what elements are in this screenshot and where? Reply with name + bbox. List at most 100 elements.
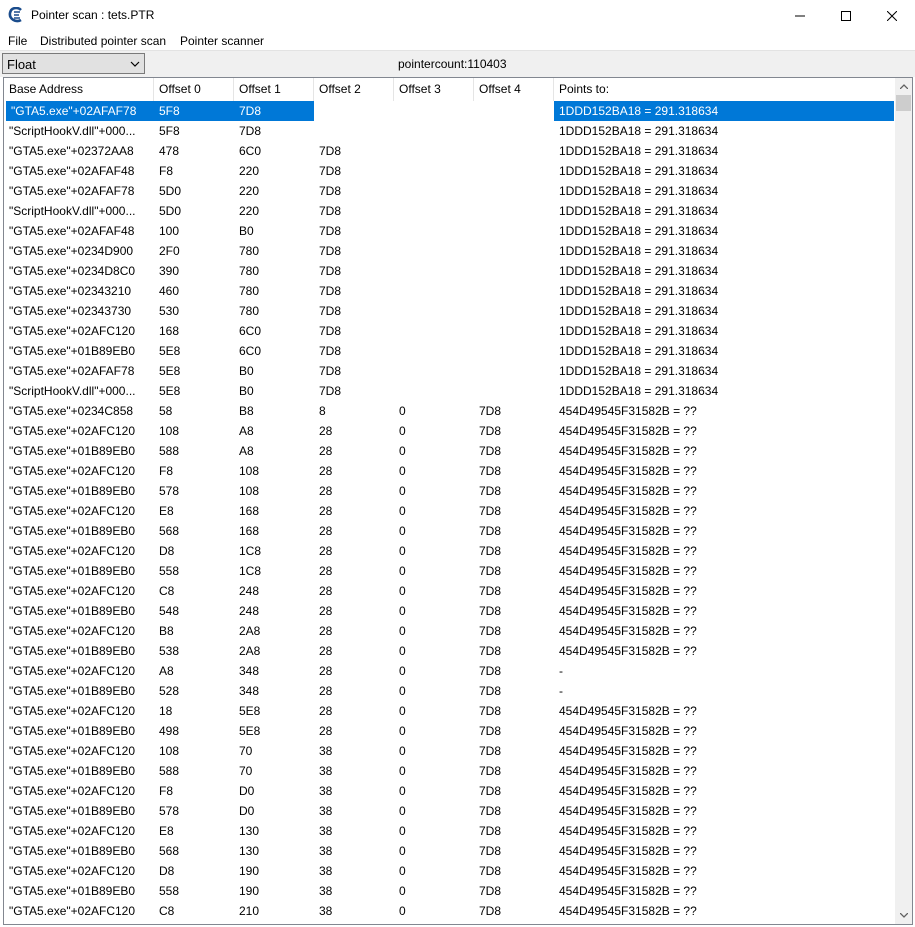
table-row[interactable]: "GTA5.exe"+01B89EB0 578 108 28 0 7D8 454D49545… [4, 481, 896, 501]
table-row[interactable]: "GTA5.exe"+02AFC120 18 5E8 28 0 7D8 454D49545F… [4, 701, 896, 721]
offset-0-cell: 2F0 [159, 244, 180, 258]
offset-0-cell: 100 [159, 224, 180, 238]
table-row[interactable]: "GTA5.exe"+01B89EB0 498 5E8 28 0 7D8 454D49545… [4, 721, 896, 741]
table-row[interactable]: "GTA5.exe"+02AFC120 C8 248 28 0 7D8 454D49545F… [4, 581, 896, 601]
table-row[interactable]: "GTA5.exe"+02AFC120 C8 210 38 0 7D8 454D49545F… [4, 901, 896, 921]
table-row[interactable]: "GTA5.exe"+02AFC120 D8 1C8 28 0 7D8 454D49545F… [4, 541, 896, 561]
offset-2-cell: 7D8 [319, 184, 342, 198]
offset-1-cell: B0 [239, 224, 254, 238]
maximize-button[interactable] [823, 0, 869, 31]
table-row[interactable]: "GTA5.exe"+01B89EB0 578 D0 38 0 7D8 454D49545F… [4, 801, 896, 821]
scroll-up-button[interactable] [895, 78, 912, 95]
table-row[interactable]: "GTA5.exe"+01B89EB0 588 A8 28 0 7D8 454D49545F… [4, 441, 896, 461]
column-header-offset-4[interactable]: Offset 4 [474, 78, 554, 101]
offset-1-cell: 190 [239, 864, 260, 878]
table-row[interactable]: "GTA5.exe"+01B89EB0 5E8 6C0 7D8 1DDD152BA18 … [4, 341, 896, 361]
table-row[interactable]: "GTA5.exe"+01B89EB0 558 190 38 0 7D8 454D49545… [4, 881, 896, 901]
table-row[interactable]: "GTA5.exe"+02AFC120 D8 190 38 0 7D8 454D49545F… [4, 861, 896, 881]
base-address-cell: "GTA5.exe"+01B89EB0 [9, 564, 136, 578]
minimize-button[interactable] [777, 0, 823, 31]
table-row[interactable]: "GTA5.exe"+02343730 530 780 7D8 1DDD152BA18 … [4, 301, 896, 321]
vertical-scrollbar[interactable] [895, 78, 912, 924]
points-to-cell: 454D49545F31582B = ?? [559, 404, 697, 418]
offset-1-cell: 168 [239, 524, 260, 538]
base-address-cell: "GTA5.exe"+02AFAF78 [6, 101, 154, 121]
list-rows: "GTA5.exe"+02AFAF78 5F8 7D8 1DDD152BA18 = 2… [4, 101, 896, 921]
table-row[interactable]: "GTA5.exe"+02343210 460 780 7D8 1DDD152BA18 … [4, 281, 896, 301]
table-row[interactable]: "GTA5.exe"+02AFAF48 F8 220 7D8 1DDD152BA18 =… [4, 161, 896, 181]
offset-3-cell [394, 301, 474, 321]
column-header-points-to[interactable]: Points to: [554, 78, 896, 101]
offset-4-cell: 7D8 [479, 784, 502, 798]
table-row[interactable]: "ScriptHookV.dll"+000... 5D0 220 7D8 1DDD152… [4, 201, 896, 221]
table-row[interactable]: "GTA5.exe"+02AFC120 A8 348 28 0 7D8 - [4, 661, 896, 681]
table-row[interactable]: "GTA5.exe"+01B89EB0 558 1C8 28 0 7D8 454D49545… [4, 561, 896, 581]
table-row[interactable]: "GTA5.exe"+0234C858 58 B8 8 0 7D8 454D49545F31… [4, 401, 896, 421]
menu-pointer-scanner[interactable]: Pointer scanner [180, 34, 264, 48]
offset-1-cell: 130 [239, 844, 260, 858]
table-row[interactable]: "GTA5.exe"+0234D8C0 390 780 7D8 1DDD152BA18 … [4, 261, 896, 281]
table-row[interactable]: "GTA5.exe"+02372AA8 478 6C0 7D8 1DDD152BA18 … [4, 141, 896, 161]
table-row[interactable]: "GTA5.exe"+01B89EB0 548 248 28 0 7D8 454D49545… [4, 601, 896, 621]
table-row[interactable]: "GTA5.exe"+02AFC120 E8 130 38 0 7D8 454D49545F… [4, 821, 896, 841]
close-icon [887, 10, 897, 21]
offset-3-cell: 0 [399, 884, 406, 898]
points-to-cell: 1DDD152BA18 = 291.318634 [559, 144, 719, 158]
scroll-down-button[interactable] [895, 907, 912, 924]
offset-1-cell: 70 [239, 744, 253, 758]
close-button[interactable] [869, 0, 915, 31]
offset-4-cell [474, 141, 554, 161]
column-header-offset-3[interactable]: Offset 3 [394, 78, 474, 101]
offset-2-cell: 38 [319, 884, 333, 898]
table-row[interactable]: "GTA5.exe"+02AFC120 108 70 38 0 7D8 454D49545F… [4, 741, 896, 761]
offset-2-cell: 28 [319, 684, 333, 698]
base-address-cell: "GTA5.exe"+02AFC120 [9, 744, 136, 758]
table-row[interactable]: "GTA5.exe"+01B89EB0 588 70 38 0 7D8 454D49545F… [4, 761, 896, 781]
table-row[interactable]: "GTA5.exe"+02AFC120 E8 168 28 0 7D8 454D49545F… [4, 501, 896, 521]
points-to-cell: 454D49545F31582B = ?? [559, 884, 697, 898]
table-row[interactable]: "ScriptHookV.dll"+000... 5E8 B0 7D8 1DDD152B… [4, 381, 896, 401]
column-header-base-address[interactable]: Base Address [4, 78, 154, 101]
offset-2-cell: 28 [319, 504, 333, 518]
table-row[interactable]: "GTA5.exe"+02AFAF48 100 B0 7D8 1DDD152BA18 =… [4, 221, 896, 241]
offset-4-cell [474, 361, 554, 381]
points-to-cell: 454D49545F31582B = ?? [559, 524, 697, 538]
table-row[interactable]: "GTA5.exe"+02AFAF78 5F8 7D8 1DDD152BA18 = 2… [4, 101, 896, 121]
table-row[interactable]: "GTA5.exe"+02AFC120 F8 108 28 0 7D8 454D49545F… [4, 461, 896, 481]
table-row[interactable]: "GTA5.exe"+01B89EB0 568 168 28 0 7D8 454D49545… [4, 521, 896, 541]
offset-0-cell: B8 [159, 624, 174, 638]
table-row[interactable]: "GTA5.exe"+02AFC120 168 6C0 7D8 1DDD152BA18 … [4, 321, 896, 341]
offset-0-cell: A8 [159, 664, 174, 678]
offset-1-cell: 2A8 [239, 644, 261, 658]
table-row[interactable]: "GTA5.exe"+02AFC120 B8 2A8 28 0 7D8 454D49545F… [4, 621, 896, 641]
offset-0-cell: F8 [159, 164, 174, 178]
offset-4-cell: 7D8 [479, 764, 502, 778]
table-row[interactable]: "GTA5.exe"+02AFC120 108 A8 28 0 7D8 454D49545F… [4, 421, 896, 441]
scroll-thumb[interactable] [896, 95, 911, 111]
table-row[interactable]: "GTA5.exe"+02AFAF78 5E8 B0 7D8 1DDD152BA18 =… [4, 361, 896, 381]
offset-0-cell: F8 [159, 784, 174, 798]
column-header-offset-1[interactable]: Offset 1 [234, 78, 314, 101]
table-row[interactable]: "GTA5.exe"+0234D900 2F0 780 7D8 1DDD152BA18 … [4, 241, 896, 261]
pointer-count-label: pointercount:110403 [398, 57, 507, 71]
offset-3-cell [394, 161, 474, 181]
window-title: Pointer scan : tets.PTR [31, 8, 155, 22]
offset-1-cell: 220 [239, 184, 260, 198]
offset-3-cell [394, 201, 474, 221]
offset-3-cell [394, 121, 474, 141]
table-row[interactable]: "GTA5.exe"+01B89EB0 568 130 38 0 7D8 454D49545… [4, 841, 896, 861]
table-row[interactable]: "GTA5.exe"+02AFAF78 5D0 220 7D8 1DDD152BA18 … [4, 181, 896, 201]
table-row[interactable]: "GTA5.exe"+02AFC120 F8 D0 38 0 7D8 454D49545F3… [4, 781, 896, 801]
offset-3-cell: 0 [399, 784, 406, 798]
pointer-results-list[interactable]: Base Address Offset 0 Offset 1 Offset 2 … [3, 77, 913, 925]
offset-1-cell: 2A8 [239, 624, 261, 638]
table-row[interactable]: "GTA5.exe"+01B89EB0 538 2A8 28 0 7D8 454D49545… [4, 641, 896, 661]
menu-file[interactable]: File [8, 34, 27, 48]
column-header-offset-0[interactable]: Offset 0 [154, 78, 234, 101]
table-row[interactable]: "ScriptHookV.dll"+000... 5F8 7D8 1DDD152BA1… [4, 121, 896, 141]
value-type-dropdown[interactable]: Float [2, 53, 145, 74]
column-header-offset-2[interactable]: Offset 2 [314, 78, 394, 101]
table-row[interactable]: "GTA5.exe"+01B89EB0 528 348 28 0 7D8 - [4, 681, 896, 701]
menu-distributed-pointer-scan[interactable]: Distributed pointer scan [40, 34, 166, 48]
offset-3-cell: 0 [399, 864, 406, 878]
